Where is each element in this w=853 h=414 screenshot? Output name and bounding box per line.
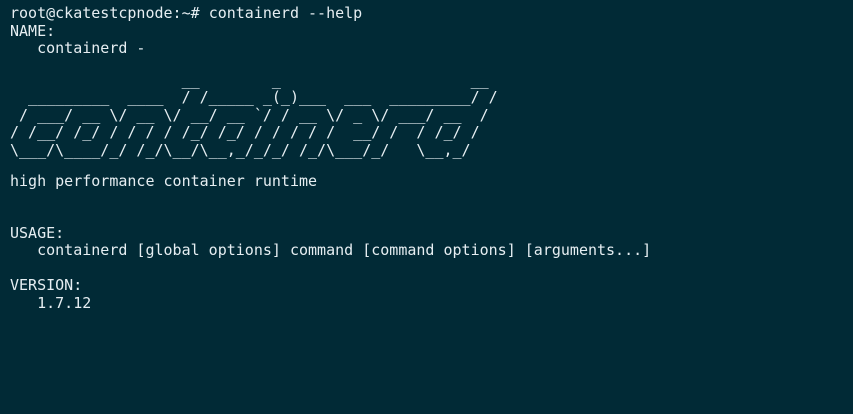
prompt-command: containerd --help bbox=[208, 4, 363, 22]
prompt-line: root@ckatestcpnode:~# containerd --help bbox=[10, 4, 853, 23]
containerd-ascii-banner: __ _ __ _________ ____ / /_____ _(_)___ … bbox=[10, 70, 498, 159]
version-value: 1.7.12 bbox=[10, 293, 92, 312]
usage-header: USAGE: bbox=[10, 223, 65, 242]
usage-value: containerd [global options] command [com… bbox=[10, 241, 652, 259]
version-header: VERSION: bbox=[10, 276, 83, 294]
prompt-user-host: root@ckatestcpnode:~# bbox=[10, 4, 200, 22]
name-value: containerd - bbox=[10, 39, 146, 57]
terminal-window[interactable]: root@ckatestcpnode:~# containerd --help … bbox=[0, 0, 853, 414]
description-text: high performance container runtime bbox=[10, 172, 318, 190]
name-header: NAME: bbox=[10, 21, 56, 40]
